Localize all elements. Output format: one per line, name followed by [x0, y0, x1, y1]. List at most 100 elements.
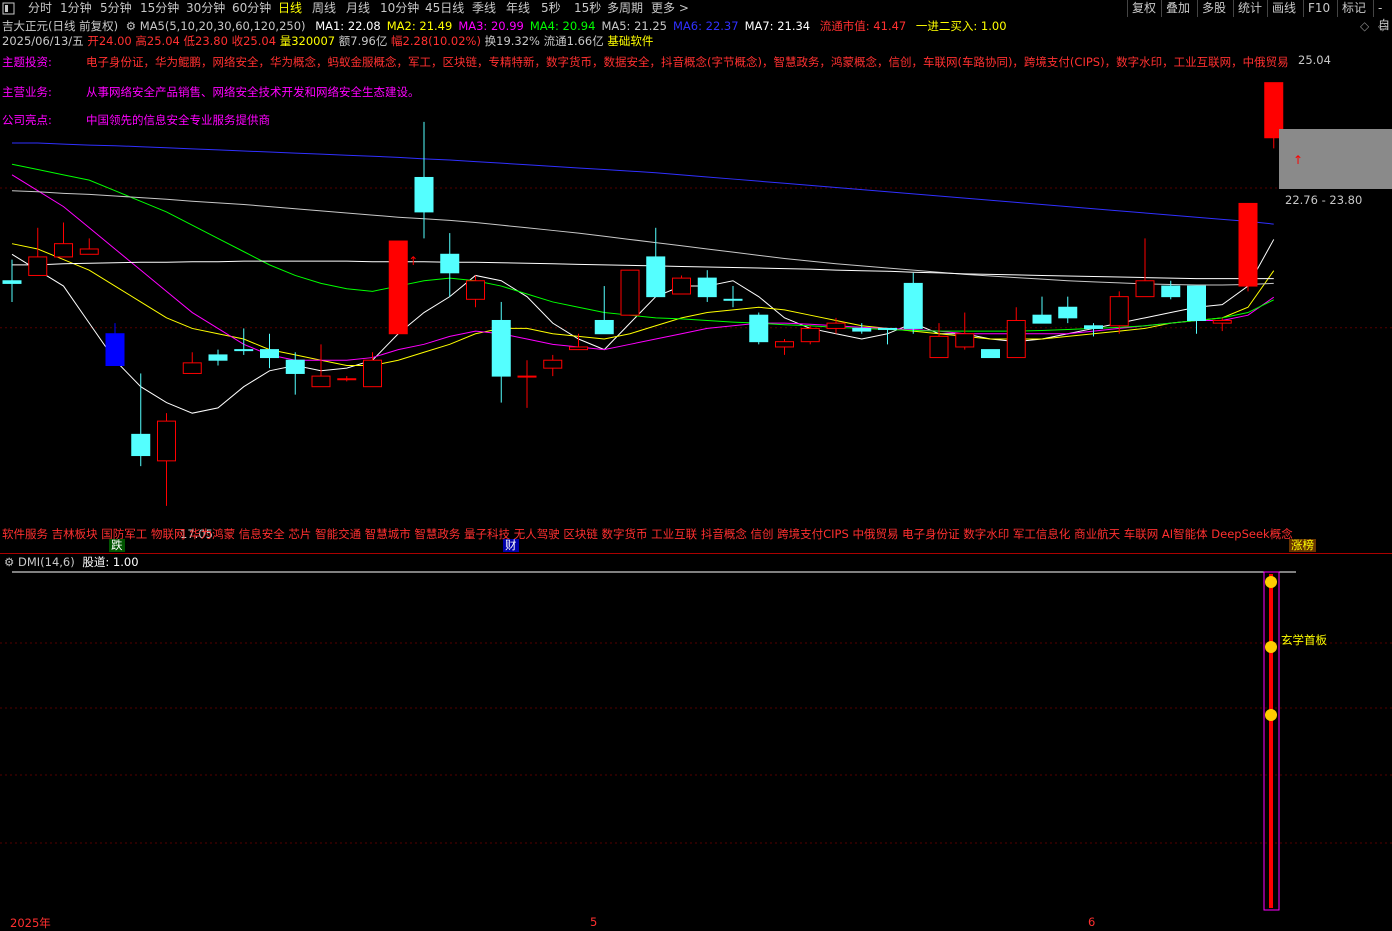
coin-icon	[1265, 576, 1277, 588]
candle-body	[131, 433, 151, 457]
ma-line-ma3	[11, 174, 1275, 361]
period-tab-11[interactable]: 季线	[472, 0, 496, 17]
ma-label-4: MA4: 20.94	[529, 19, 596, 33]
toolbar-button-0[interactable]: 复权	[1127, 0, 1160, 17]
ma-params: MA5(5,10,20,30,60,120,250)	[139, 19, 306, 33]
theme-list: 电子身份证，华为鲲鹏，网络安全，华为概念，蚂蚁金服概念，军工，区块链，专精特新，…	[86, 55, 1289, 69]
candle-body	[1135, 280, 1155, 298]
time-label-may: 5	[590, 915, 598, 929]
period-tab-9[interactable]: 10分钟	[380, 0, 419, 17]
expand-icon[interactable]: ◇	[1378, 19, 1387, 33]
period-tab-14[interactable]: 15秒	[574, 0, 601, 17]
indicator-tag: 玄学首板	[1281, 633, 1327, 647]
period-tab-2[interactable]: 5分钟	[100, 0, 132, 17]
range-highlight-box: ↑	[1279, 129, 1392, 189]
candle-body	[440, 253, 460, 274]
period-tab-5[interactable]: 60分钟	[232, 0, 271, 17]
candle-body	[852, 327, 872, 332]
candle-body	[1058, 306, 1078, 319]
quote-open: 开24.00	[87, 34, 132, 48]
candle-body	[208, 354, 228, 361]
candle-body	[414, 176, 434, 213]
finance-tag[interactable]: 财	[503, 539, 519, 552]
period-tab-15[interactable]: 多周期	[607, 0, 643, 17]
period-tab-10[interactable]: 45日线	[425, 0, 464, 17]
highlight-label: 公司亮点:	[2, 113, 52, 127]
toolbar-button-6[interactable]: 标记	[1337, 0, 1370, 17]
settings-icon[interactable]: ⚙	[126, 19, 136, 33]
candle-body	[79, 248, 99, 255]
up-arrow-marker: ↑	[408, 254, 418, 268]
toolbar-menu-icon[interactable]	[2, 0, 18, 17]
period-tab-4[interactable]: 30分钟	[186, 0, 225, 17]
candle-body	[981, 349, 1000, 359]
candle-body	[157, 420, 176, 462]
ma-label-3: MA3: 20.99	[458, 19, 524, 33]
candle-body	[234, 349, 254, 352]
period-tab-1[interactable]: 1分钟	[60, 0, 92, 17]
ma-line-ma6	[12, 142, 1274, 225]
business-text: 从事网络安全产品销售、网络安全技术开发和网络安全生态建设。	[86, 85, 420, 99]
quote-turnover: 换19.32%	[484, 34, 540, 48]
period-tab-7[interactable]: 周线	[312, 0, 336, 17]
quote-volume: 量320007	[279, 34, 336, 48]
time-axis: 2025年 5 6	[0, 914, 1392, 930]
candle-body	[697, 277, 717, 298]
ma-line-ma7	[12, 260, 1274, 280]
candle-body	[260, 349, 279, 359]
period-tab-6[interactable]: 日线	[278, 0, 302, 17]
candle-body	[28, 256, 48, 276]
toolbar-button-4[interactable]: 画线	[1267, 0, 1300, 17]
quote-amount: 额7.96亿	[338, 34, 388, 48]
quote-float: 流通1.66亿	[543, 34, 604, 48]
diamond-icon[interactable]: ◇	[1360, 19, 1369, 33]
period-tab-8[interactable]: 月线	[346, 0, 370, 17]
period-tab-12[interactable]: 年线	[506, 0, 530, 17]
limit-list-tag[interactable]: 涨榜	[1289, 539, 1316, 552]
panel-divider	[0, 553, 1392, 554]
toolbar-button-5[interactable]: F10	[1303, 0, 1334, 17]
candle-body	[285, 359, 305, 374]
candle-body	[1212, 319, 1232, 324]
quote-sector[interactable]: 基础软件	[607, 34, 653, 48]
ma-label-7: MA7: 21.34	[744, 19, 811, 33]
candle-body	[1084, 325, 1103, 329]
candle-body	[388, 240, 408, 335]
candle-body	[800, 327, 820, 343]
candle-body	[2, 280, 22, 284]
quote-date: 2025/06/13/五	[2, 34, 84, 48]
toolbar-button-7[interactable]: -自	[1373, 0, 1392, 32]
candle-body	[594, 319, 614, 335]
ma-line-ma5	[11, 190, 1274, 286]
period-tab-16[interactable]: 更多 >	[651, 0, 689, 17]
signal-value: 一进二买入: 1.00	[915, 19, 1007, 33]
toolbar-button-1[interactable]: 叠加	[1161, 0, 1194, 17]
candle-body	[337, 378, 357, 381]
business-label: 主营业务:	[2, 85, 52, 99]
quote-close: 收25.04	[231, 34, 277, 48]
candle-body	[878, 327, 897, 330]
candle-body	[1109, 296, 1129, 327]
period-tab-13[interactable]: 5秒	[541, 0, 561, 17]
drop-tag[interactable]: 跌	[109, 539, 125, 552]
candle-body	[672, 277, 691, 295]
range-label: 22.76 - 23.80	[1285, 193, 1363, 207]
ma-label-1: MA1: 22.08	[315, 19, 381, 33]
candle-body	[182, 362, 202, 374]
period-tab-0[interactable]: 分时	[28, 0, 52, 17]
up-chevron-icon	[1265, 709, 1277, 721]
candle-body	[363, 359, 382, 388]
candle-body	[517, 375, 537, 378]
candle-body	[1006, 319, 1026, 359]
candle-body	[54, 243, 73, 258]
candle-body	[543, 359, 563, 369]
toolbar-button-3[interactable]: 统计	[1233, 0, 1266, 17]
candle-body	[466, 280, 485, 300]
period-tab-3[interactable]: 15分钟	[140, 0, 179, 17]
candle-body	[620, 269, 640, 316]
smile-icon	[1265, 641, 1277, 653]
toolbar-button-2[interactable]: 多股	[1197, 0, 1230, 17]
indicator-chart[interactable]	[0, 565, 1392, 915]
quote-high: 高25.04	[135, 34, 180, 48]
quote-line: 2025/06/13/五 开24.00 高25.04 低23.80 收25.04…	[2, 34, 653, 49]
